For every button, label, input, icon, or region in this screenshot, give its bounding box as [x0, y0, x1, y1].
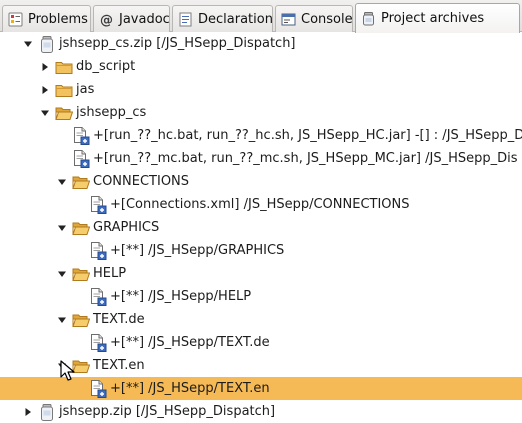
tree-item-label: +[**] /JS_HSepp/HELP — [110, 289, 252, 304]
tree-item[interactable]: CONNECTIONS — [0, 170, 522, 193]
problems-icon — [8, 12, 23, 27]
folder-open-icon — [72, 219, 90, 237]
expand-arrow-right-icon[interactable] — [38, 55, 52, 78]
tree-item[interactable]: jshsepp.zip [/JS_HSepp_Dispatch] — [0, 400, 522, 423]
tree-item-label: jshsepp_cs — [76, 105, 147, 120]
tree-item[interactable]: TEXT.de — [0, 308, 522, 331]
tree-item[interactable]: +[**] /JS_HSepp/TEXT.en — [0, 377, 522, 400]
tab-project-archives-label: Project archives — [381, 11, 485, 26]
tree-item-label: +[run_??_mc.bat, run_??_mc.sh, JS_HSepp_… — [93, 151, 518, 166]
expand-arrow-down-icon[interactable] — [55, 170, 69, 193]
tab-javadoc-label: Javadoc — [119, 11, 170, 27]
tab-console[interactable]: Console — [275, 5, 353, 32]
tab-javadoc[interactable]: @ Javadoc — [93, 5, 170, 32]
tree-item[interactable]: GRAPHICS — [0, 216, 522, 239]
jar-icon — [361, 11, 376, 26]
tree-item-label: jas — [76, 82, 95, 97]
tree-item-label: TEXT.de — [93, 312, 145, 327]
tab-declaration-label: Declaration — [198, 11, 273, 27]
folder-open-icon — [72, 265, 90, 283]
at-icon: @ — [99, 12, 114, 27]
tree-item[interactable]: +[**] /JS_HSepp/TEXT.de — [0, 331, 522, 354]
zip-archive-icon — [38, 35, 56, 53]
tree-item[interactable]: HELP — [0, 262, 522, 285]
zip-archive-icon — [38, 403, 56, 421]
fileset-icon — [89, 242, 107, 260]
expand-arrow-down-icon[interactable] — [55, 216, 69, 239]
tree-item-label: +[**] /JS_HSepp/TEXT.en — [110, 381, 270, 396]
fileset-icon — [72, 127, 90, 145]
archive-tree: jshsepp_cs.zip [/JS_HSepp_Dispatch] db_s… — [0, 32, 522, 423]
fileset-icon — [89, 334, 107, 352]
folder-open-icon — [72, 173, 90, 191]
expand-arrow-right-icon[interactable] — [21, 400, 35, 423]
tree-item-label: +[Connections.xml] /JS_HSepp/CONNECTIONS — [110, 197, 410, 212]
view-tab-bar: Problems @ Javadoc Declaration Console P… — [0, 0, 522, 33]
tree-item-label: +[run_??_hc.bat, run_??_hc.sh, JS_HSepp_… — [93, 128, 522, 143]
tree-item-label: jshsepp.zip [/JS_HSepp_Dispatch] — [59, 404, 276, 419]
tree-item-label: db_script — [76, 59, 136, 74]
mouse-pointer-icon — [60, 360, 75, 381]
tree-item-label: jshsepp_cs.zip [/JS_HSepp_Dispatch] — [59, 36, 296, 51]
fileset-icon — [89, 196, 107, 214]
expand-arrow-down-icon[interactable] — [38, 101, 52, 124]
expand-arrow-down-icon[interactable] — [21, 32, 35, 55]
tree-item[interactable]: jshsepp_cs.zip [/JS_HSepp_Dispatch] — [0, 32, 522, 55]
tab-problems[interactable]: Problems — [2, 5, 91, 32]
tree-item[interactable]: +[**] /JS_HSepp/GRAPHICS — [0, 239, 522, 262]
folder-open-icon — [72, 311, 90, 329]
tree-item[interactable]: +[Connections.xml] /JS_HSepp/CONNECTIONS — [0, 193, 522, 216]
tab-declaration[interactable]: Declaration — [172, 5, 273, 32]
folder-icon — [55, 58, 73, 76]
console-icon — [281, 12, 296, 27]
tree-item-label: CONNECTIONS — [93, 174, 190, 189]
tree-item-label: TEXT.en — [93, 358, 145, 373]
tree-item-label: HELP — [93, 266, 127, 281]
project-archives-view: Problems @ Javadoc Declaration Console P… — [0, 0, 522, 423]
tab-problems-label: Problems — [28, 11, 88, 27]
tree-item[interactable]: TEXT.en — [0, 354, 522, 377]
fileset-icon — [72, 150, 90, 168]
declaration-icon — [178, 12, 193, 27]
tree-item[interactable]: +[run_??_hc.bat, run_??_hc.sh, JS_HSepp_… — [0, 124, 522, 147]
tree-item-label: +[**] /JS_HSepp/TEXT.de — [110, 335, 270, 350]
fileset-icon — [89, 288, 107, 306]
folder-icon — [55, 81, 73, 99]
expand-arrow-down-icon[interactable] — [55, 308, 69, 331]
expand-arrow-down-icon[interactable] — [55, 262, 69, 285]
tree-item[interactable]: db_script — [0, 55, 522, 78]
tree-item[interactable]: jas — [0, 78, 522, 101]
svg-text:@: @ — [100, 13, 113, 27]
tree-item[interactable]: jshsepp_cs — [0, 101, 522, 124]
fileset-icon — [89, 380, 107, 398]
tree-item[interactable]: +[**] /JS_HSepp/HELP — [0, 285, 522, 308]
tree-item-label: GRAPHICS — [93, 220, 160, 235]
tab-console-label: Console — [301, 11, 353, 27]
tree-item-label: +[**] /JS_HSepp/GRAPHICS — [110, 243, 285, 258]
tab-project-archives[interactable]: Project archives — [355, 3, 520, 33]
folder-open-icon — [55, 104, 73, 122]
expand-arrow-right-icon[interactable] — [38, 78, 52, 101]
tree-item[interactable]: +[run_??_mc.bat, run_??_mc.sh, JS_HSepp_… — [0, 147, 522, 170]
